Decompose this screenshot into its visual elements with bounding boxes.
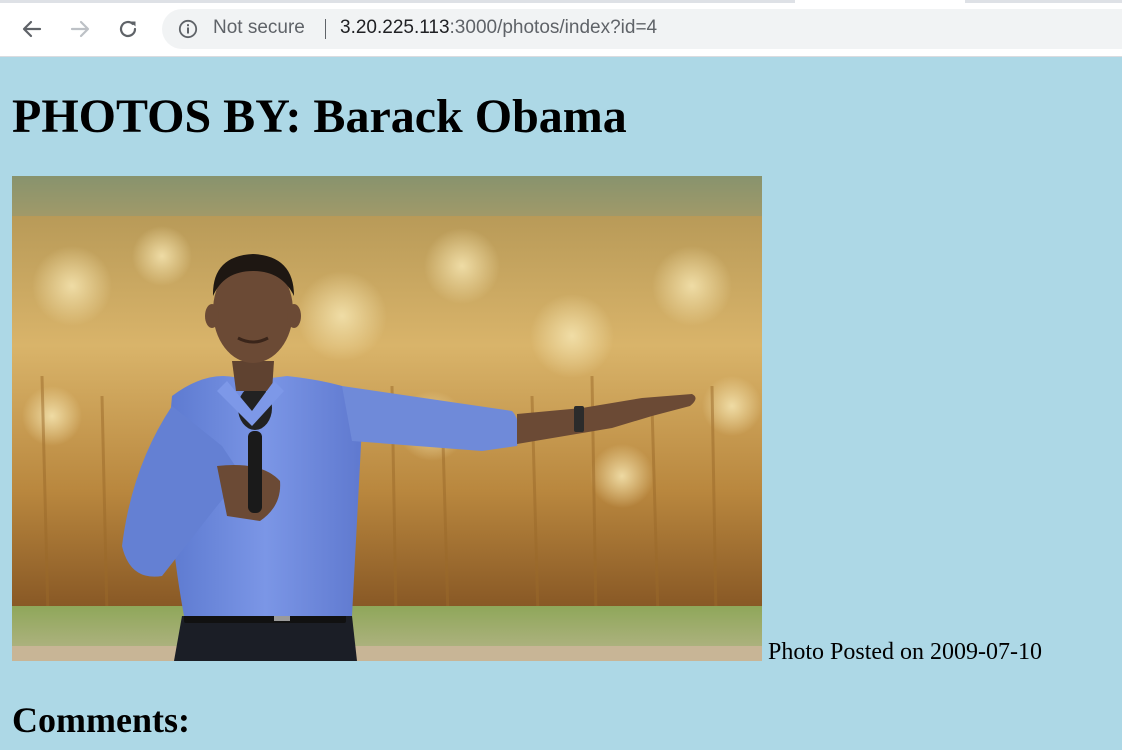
photo-caption: Photo Posted on 2009-07-10 [768, 639, 1043, 665]
address-bar[interactable]: Not secure 3.20.225.113:3000/photos/inde… [162, 9, 1122, 49]
url-path: :3000/photos/index?id=4 [449, 17, 658, 38]
reload-icon [119, 20, 137, 38]
reload-button[interactable] [110, 11, 146, 47]
url-text[interactable]: 3.20.225.113:3000/photos/index?id=4 [340, 17, 657, 39]
photo [12, 176, 762, 661]
browser-toolbar: Not secure 3.20.225.113:3000/photos/inde… [0, 0, 1122, 57]
page-title: PHOTOS BY: Barack Obama [12, 90, 627, 143]
arrow-right-icon [70, 20, 90, 38]
info-circle-icon[interactable] [178, 19, 198, 39]
url-host: 3.20.225.113 [340, 17, 450, 38]
back-button[interactable] [14, 11, 50, 47]
page-content: PHOTOS BY: Barack Obama Photo Posted on … [0, 57, 1122, 750]
security-status-label[interactable]: Not secure [213, 17, 305, 39]
address-bar-divider [325, 19, 326, 39]
arrow-left-icon [22, 20, 42, 38]
comments-heading: Comments: [12, 700, 190, 740]
tabstrip-edge [0, 0, 1122, 3]
active-tab-edge[interactable] [795, 0, 965, 3]
forward-button[interactable] [62, 11, 98, 47]
